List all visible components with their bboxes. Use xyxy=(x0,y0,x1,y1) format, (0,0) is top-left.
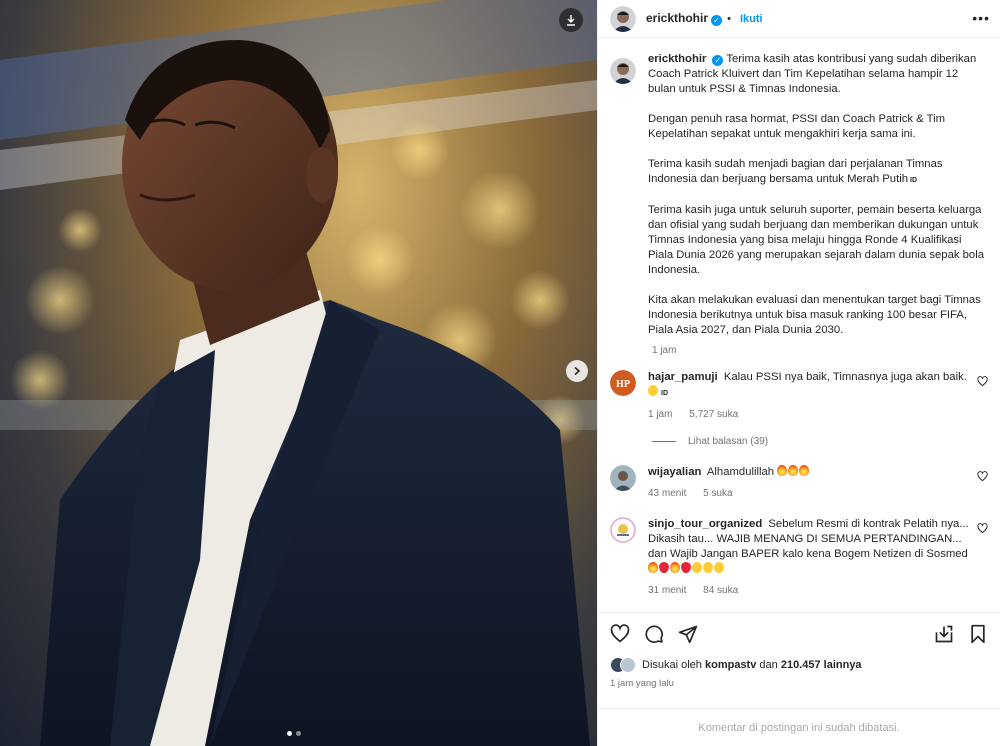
comments-scroll-area[interactable]: erickthohir ✓ Terima kasih atas kontribus… xyxy=(598,52,1000,610)
post-details-panel: erickthohir ✓ • Ikuti ••• erickthohir ✓ Te… xyxy=(597,0,1000,746)
smile-emoji xyxy=(703,562,713,573)
post-header: erickthohir ✓ • Ikuti ••• xyxy=(598,0,1000,38)
flag-emoji: ID xyxy=(661,390,668,397)
likes-summary: Disukai oleh kompastv dan 210.457 lainny… xyxy=(610,657,988,673)
liked-and: dan xyxy=(759,659,778,671)
comment-text: Alhamdulillah xyxy=(706,466,775,478)
liked-user[interactable]: kompastv xyxy=(705,659,756,671)
commenter-avatar[interactable] xyxy=(610,517,636,543)
bookmark-icon[interactable] xyxy=(968,624,988,644)
follow-button[interactable]: Ikuti xyxy=(740,13,763,25)
comment-text: Kalau PSSI nya baik, Timnasnya juga akan… xyxy=(723,371,967,383)
caption-paragraph: Terima kasih sudah menjadi bagian dari p… xyxy=(648,158,943,185)
like-heart-icon[interactable] xyxy=(610,624,630,644)
verified-icon: ✓ xyxy=(711,15,723,26)
comments-limited-notice: Komentar di postingan ini sudah dibatasi… xyxy=(598,708,1000,746)
emoji xyxy=(648,385,658,396)
laugh-emoji xyxy=(692,562,702,573)
more-options-button[interactable]: ••• xyxy=(972,10,990,26)
heart-icon[interactable] xyxy=(977,471,988,482)
carousel-dot xyxy=(296,731,301,736)
fire-emoji xyxy=(788,465,799,476)
heart-icon[interactable] xyxy=(977,376,988,387)
carousel-indicator xyxy=(287,731,301,736)
post-timestamp: 1 jam yang lalu xyxy=(610,678,674,689)
post-photo[interactable] xyxy=(0,0,597,746)
heart-emoji xyxy=(681,562,691,573)
author-avatar[interactable] xyxy=(610,58,636,84)
fire-emoji xyxy=(799,465,810,476)
caption-paragraph: Terima kasih juga untuk seluruh suporter… xyxy=(648,204,984,276)
fire-emoji xyxy=(648,562,658,573)
commenter-avatar[interactable]: HP xyxy=(610,370,636,396)
comment-time: 43 menit xyxy=(648,488,687,499)
comment-username[interactable]: sinjo_tour_organized xyxy=(648,518,762,530)
clap-emoji xyxy=(714,562,724,573)
download-icon xyxy=(567,15,575,26)
fire-emoji xyxy=(670,562,680,573)
view-replies-button[interactable]: Lihat balasan (39) xyxy=(652,436,988,447)
flag-emoji: ID xyxy=(910,177,917,184)
comment-icon[interactable] xyxy=(644,624,664,644)
heart-icon[interactable] xyxy=(977,523,988,534)
comment-likes[interactable]: 5,727 suka xyxy=(689,409,738,420)
comment: wijayalian Alhamdulillah 43 menit 5 suka xyxy=(610,465,988,501)
caption-paragraph: Dengan penuh rasa hormat, PSSI dan Coach… xyxy=(648,113,946,140)
svg-text:HP: HP xyxy=(616,379,630,390)
post-caption: erickthohir ✓ Terima kasih atas kontribus… xyxy=(610,52,988,353)
author-avatar[interactable] xyxy=(610,5,636,32)
liked-count[interactable]: 210.457 lainnya xyxy=(781,659,862,671)
comment: HP hajar_pamuji Kalau PSSI nya baik, Tim… xyxy=(610,370,988,422)
commenter-avatar[interactable] xyxy=(610,465,636,491)
download-button[interactable] xyxy=(559,8,583,32)
share-icon[interactable] xyxy=(678,624,698,644)
author-username[interactable]: erickthohir xyxy=(646,11,708,25)
comment-time: 31 menit xyxy=(648,585,687,596)
carousel-dot xyxy=(287,731,292,736)
caption-paragraph: Kita akan melakukan evaluasi dan menentu… xyxy=(648,294,981,336)
view-replies-label: Lihat balasan (39) xyxy=(688,436,769,447)
comment-username[interactable]: wijayalian xyxy=(648,466,701,478)
liked-prefix: Disukai oleh xyxy=(642,659,702,671)
photo-illustration xyxy=(0,0,597,746)
comment-time: 1 jam xyxy=(648,409,673,420)
comment: sinjo_tour_organized Sebelum Resmi di ko… xyxy=(610,517,988,598)
heart-emoji xyxy=(659,562,669,573)
comment-username[interactable]: hajar_pamuji xyxy=(648,371,718,383)
caption-author[interactable]: erickthohir xyxy=(648,53,706,65)
save-collection-icon[interactable] xyxy=(934,624,954,644)
chevron-right-icon xyxy=(574,366,581,376)
fire-emoji xyxy=(777,465,788,476)
post-actions: Disukai oleh kompastv dan 210.457 lainny… xyxy=(598,612,1000,689)
comment-likes[interactable]: 5 suka xyxy=(703,488,732,499)
verified-icon: ✓ xyxy=(712,55,724,66)
liker-avatar[interactable] xyxy=(620,657,636,673)
comment-likes[interactable]: 84 suka xyxy=(703,585,738,596)
carousel-next-button[interactable] xyxy=(566,360,588,382)
